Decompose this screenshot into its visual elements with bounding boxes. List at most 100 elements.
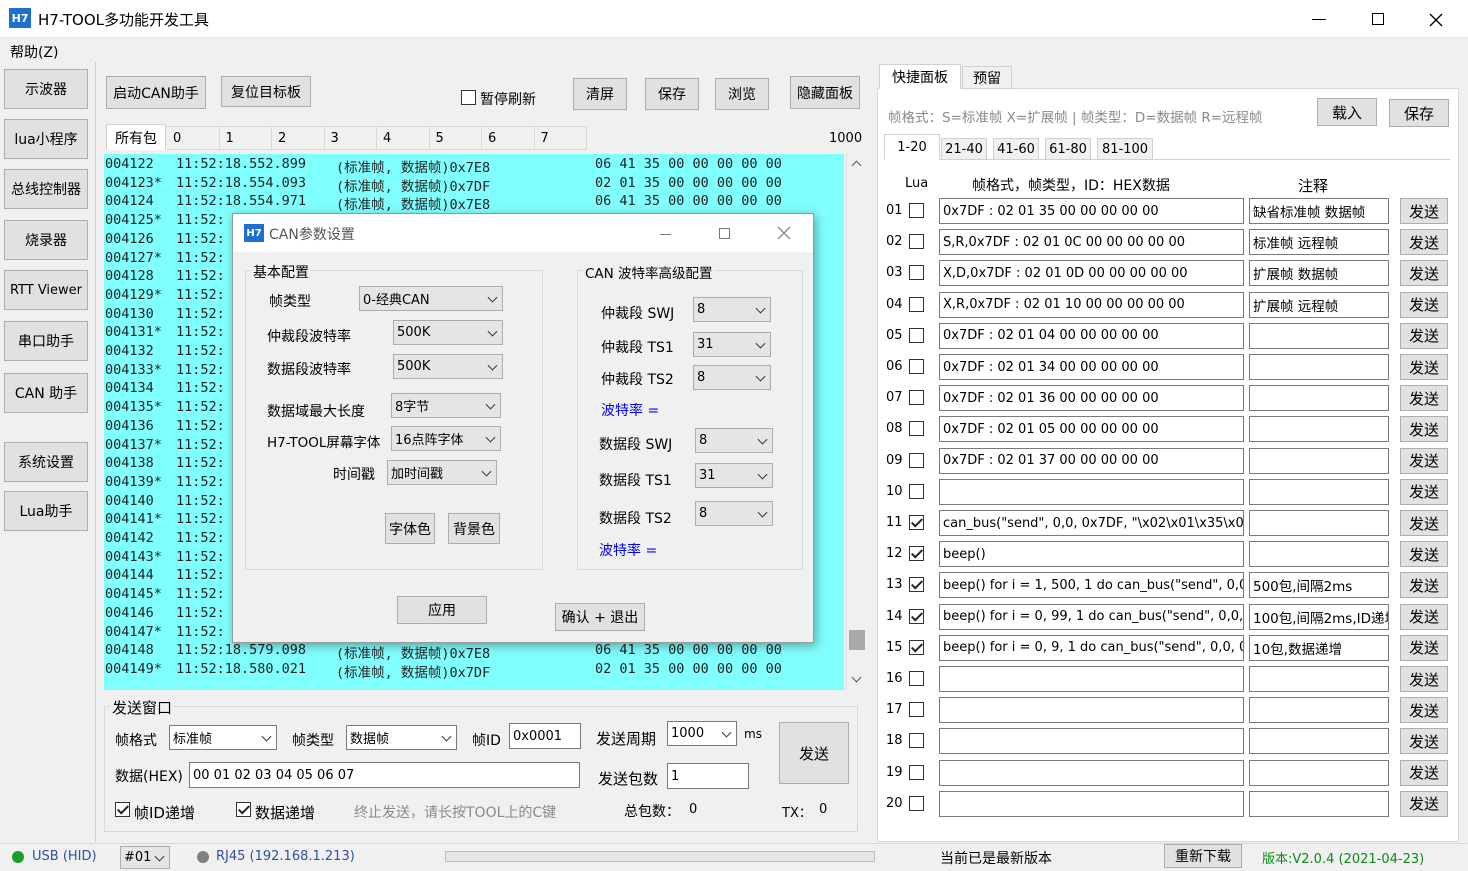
lua-checkbox[interactable]	[909, 639, 924, 655]
frame-data-input[interactable]: beep()	[939, 541, 1244, 568]
maximize-icon[interactable]	[1372, 13, 1384, 25]
note-input[interactable]: 100包,间隔2ms,ID递增	[1249, 603, 1389, 630]
reset-target-button[interactable]: 复位目标板	[221, 76, 311, 107]
send-row-button[interactable]: 发送	[1400, 354, 1448, 380]
note-input[interactable]	[1249, 478, 1389, 505]
note-input[interactable]: 500包,间隔2ms	[1249, 572, 1389, 599]
frame-data-input[interactable]: beep() for i = 1, 500, 1 do can_bus("sen…	[939, 572, 1244, 599]
arb-ts2-select[interactable]: 8	[693, 365, 771, 390]
frame-id-input[interactable]: 0x0001	[509, 723, 581, 749]
redownload-button[interactable]: 重新下载	[1164, 844, 1242, 868]
screen-font-select[interactable]: 16点阵字体	[391, 426, 501, 451]
frame-data-input[interactable]: 0x7DF : 02 01 05 00 00 00 00 00	[939, 416, 1244, 443]
timestamp-select[interactable]: 加时间戳	[387, 460, 497, 485]
hide-panel-button[interactable]: 隐藏面板	[790, 76, 860, 109]
frame-data-input[interactable]	[939, 478, 1244, 505]
send-row-button[interactable]: 发送	[1400, 447, 1448, 474]
menu-help[interactable]: 帮助(Z)	[10, 42, 59, 62]
arb-swj-select[interactable]: 8	[693, 297, 771, 322]
note-input[interactable]	[1249, 510, 1389, 536]
data-ts1-select[interactable]: 31	[695, 463, 773, 488]
lua-checkbox[interactable]	[909, 421, 924, 437]
frame-data-input[interactable]: S,R,0x7DF : 02 01 0C 00 00 00 00 00	[939, 229, 1244, 256]
frame-data-input[interactable]	[939, 666, 1244, 692]
send-row-button[interactable]: 发送	[1400, 728, 1448, 755]
lua-checkbox[interactable]	[909, 577, 924, 593]
arb-baud-select[interactable]: 500K	[393, 320, 503, 345]
frame-data-input[interactable]: beep() for i = 0, 99, 1 do can_bus("send…	[939, 603, 1244, 630]
send-row-button[interactable]: 发送	[1400, 416, 1448, 443]
lua-checkbox[interactable]	[909, 327, 924, 343]
lua-checkbox[interactable]	[909, 390, 924, 406]
lua-checkbox[interactable]	[909, 483, 924, 499]
send-row-button[interactable]: 发送	[1400, 291, 1448, 318]
dialog-close-icon[interactable]	[775, 224, 793, 242]
send-row-button[interactable]: 发送	[1400, 260, 1448, 287]
lua-checkbox[interactable]	[909, 515, 924, 530]
note-input[interactable]	[1249, 322, 1389, 349]
frame-data-input[interactable]	[939, 759, 1244, 786]
start-can-button[interactable]: 启动CAN助手	[106, 76, 206, 109]
send-count-input[interactable]: 1	[667, 763, 749, 789]
lua-checkbox[interactable]	[909, 265, 924, 281]
page-tab-1-20[interactable]: 1-20	[884, 134, 940, 160]
lua-checkbox[interactable]	[909, 359, 924, 374]
frame-data-input[interactable]	[939, 697, 1244, 724]
note-input[interactable]	[1249, 541, 1389, 568]
data-hex-input[interactable]: 00 01 02 03 04 05 06 07	[189, 762, 580, 788]
sidebar-can-assistant[interactable]: CAN 助手	[4, 373, 88, 413]
lua-checkbox[interactable]	[909, 234, 924, 250]
id-increment-checkbox[interactable]	[115, 802, 130, 817]
send-row-button[interactable]: 发送	[1400, 634, 1448, 661]
close-icon[interactable]	[1424, 8, 1448, 32]
note-input[interactable]	[1249, 759, 1389, 786]
note-input[interactable]	[1249, 354, 1389, 380]
sidebar-bus-controller[interactable]: 总线控制器	[4, 169, 88, 209]
dialog-minimize-icon[interactable]	[660, 234, 671, 235]
sidebar-serial-assistant[interactable]: 串口助手	[4, 321, 88, 361]
frame-data-input[interactable]: 0x7DF : 02 01 36 00 00 00 00 00	[939, 385, 1244, 412]
device-select[interactable]: #01	[120, 846, 170, 869]
page-tab-41-60[interactable]: 41-60	[993, 138, 1039, 160]
note-input[interactable]	[1249, 385, 1389, 412]
lua-checkbox[interactable]	[909, 764, 924, 780]
browse-button[interactable]: 浏览	[715, 78, 769, 110]
frame-data-input[interactable]: 0x7DF : 02 01 37 00 00 00 00 00	[939, 447, 1244, 474]
frame-data-input[interactable]: can_bus("send", 0,0, 0x7DF, "\x02\x01\x3…	[939, 510, 1244, 536]
note-input[interactable]: 缺省标准帧 数据帧	[1249, 198, 1389, 224]
lua-checkbox[interactable]	[909, 733, 924, 749]
frame-data-input[interactable]: 0x7DF : 02 01 34 00 00 00 00 00	[939, 354, 1244, 380]
scroll-thumb[interactable]	[849, 630, 865, 650]
filter-tab-0[interactable]: 0	[167, 126, 220, 150]
note-input[interactable]	[1249, 697, 1389, 724]
lua-checkbox[interactable]	[909, 546, 924, 562]
sidebar-lua-assistant[interactable]: Lua助手	[4, 491, 88, 531]
filter-tab-1[interactable]: 1	[219, 126, 272, 150]
filter-tab-2[interactable]: 2	[272, 126, 325, 150]
lua-checkbox[interactable]	[909, 608, 924, 624]
filter-tab-4[interactable]: 4	[377, 126, 430, 150]
send-row-button[interactable]: 发送	[1400, 198, 1448, 224]
save-log-button[interactable]: 保存	[645, 78, 699, 110]
tab-reserved[interactable]: 预留	[962, 66, 1012, 89]
sidebar-rtt-viewer[interactable]: RTT Viewer	[4, 270, 88, 310]
frame-data-input[interactable]	[939, 728, 1244, 755]
data-swj-select[interactable]: 8	[695, 428, 773, 453]
note-input[interactable]	[1249, 666, 1389, 692]
quick-save-button[interactable]: 保存	[1389, 99, 1449, 127]
data-ts2-select[interactable]: 8	[695, 501, 773, 526]
tab-quick-panel[interactable]: 快捷面板	[879, 64, 961, 89]
send-row-button[interactable]: 发送	[1400, 510, 1448, 536]
send-row-button[interactable]: 发送	[1400, 603, 1448, 630]
filter-tab-5[interactable]: 5	[429, 126, 482, 150]
lua-checkbox[interactable]	[909, 203, 924, 218]
note-input[interactable]	[1249, 728, 1389, 755]
note-input[interactable]	[1249, 416, 1389, 443]
note-input[interactable]: 标准帧 远程帧	[1249, 229, 1389, 256]
note-input[interactable]: 扩展帧 远程帧	[1249, 291, 1389, 318]
sidebar-oscilloscope[interactable]: 示波器	[4, 69, 88, 109]
page-tab-61-80[interactable]: 61-80	[1045, 138, 1091, 160]
sidebar-programmer[interactable]: 烧录器	[4, 220, 88, 260]
send-row-button[interactable]: 发送	[1400, 385, 1448, 412]
note-input[interactable]	[1249, 447, 1389, 474]
